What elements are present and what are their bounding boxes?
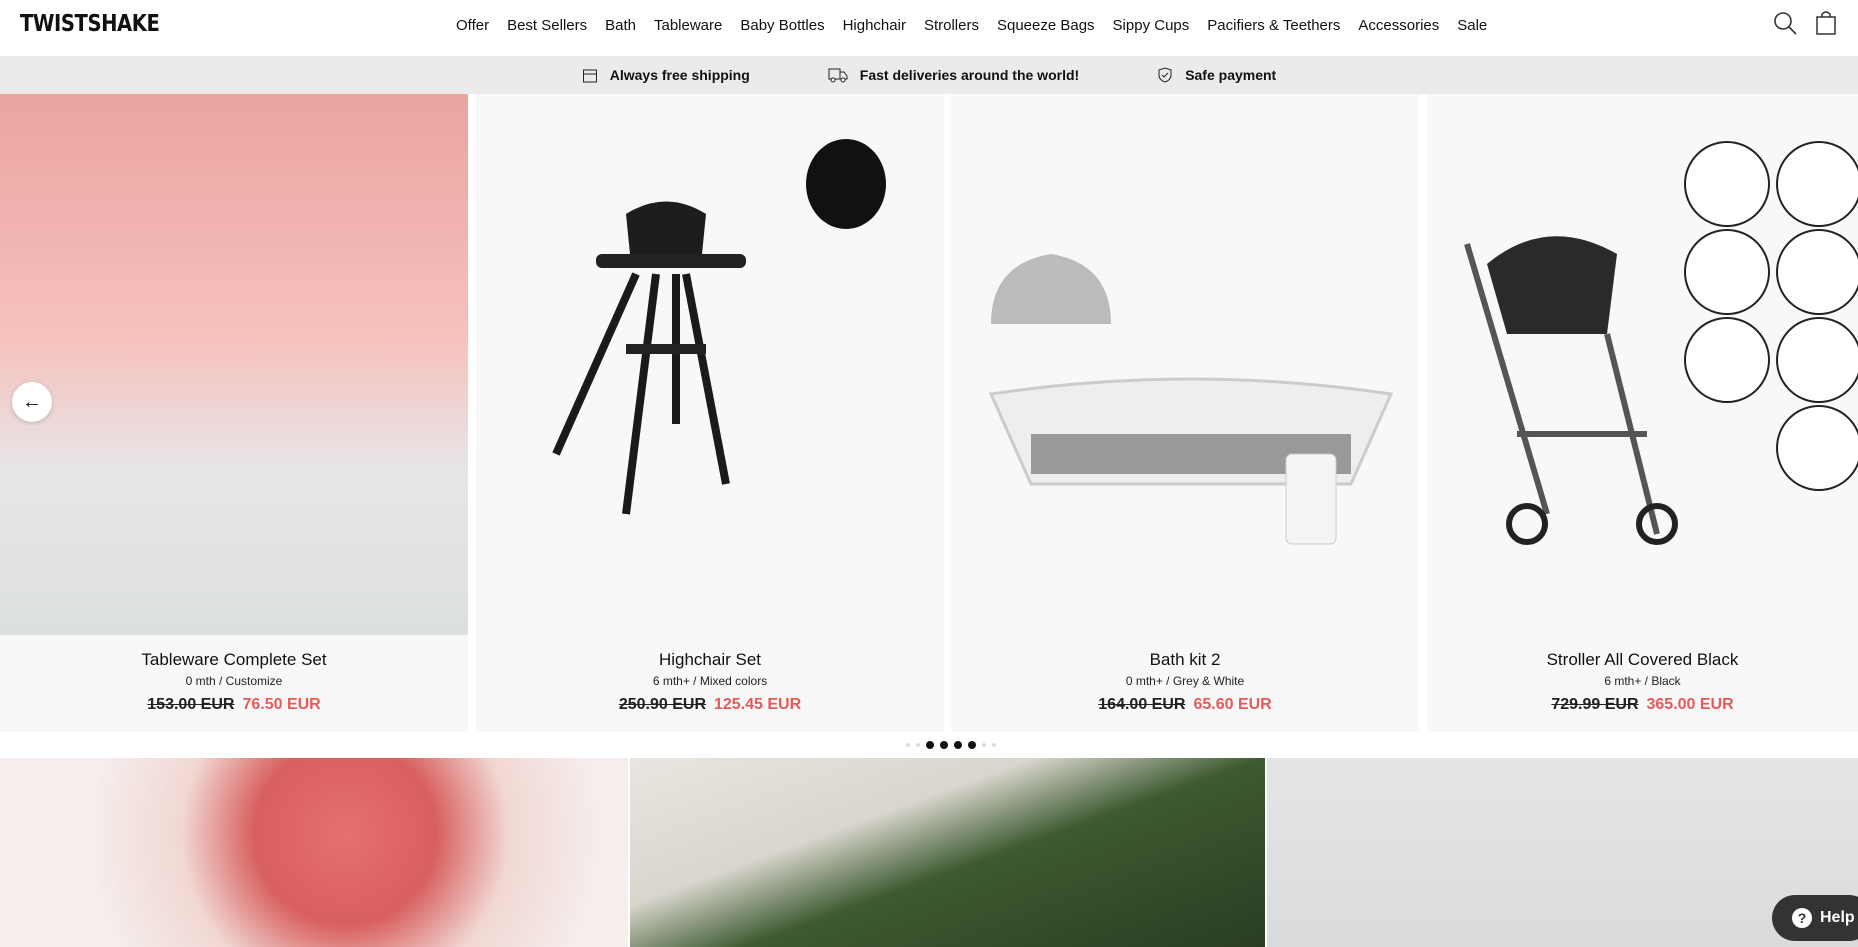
- product-title[interactable]: Tableware Complete Set: [0, 650, 468, 670]
- help-icon: ?: [1792, 908, 1812, 928]
- nav-squeeze-bags[interactable]: Squeeze Bags: [997, 17, 1095, 34]
- prev-arrow-button[interactable]: ←: [12, 382, 52, 422]
- product-title[interactable]: Highchair Set: [476, 650, 944, 670]
- product-subtitle: 6 mth+ / Black: [1604, 674, 1681, 688]
- product-image[interactable]: [476, 94, 944, 635]
- box-icon: [582, 69, 597, 83]
- product-image[interactable]: [0, 94, 468, 635]
- main-nav: Offer Best Sellers Bath Tableware Baby B…: [456, 17, 1487, 34]
- product-card[interactable]: Bath kit 2 0 mth+ / Grey & White 164.00 …: [951, 94, 1419, 732]
- fast-delivery-text: Fast deliveries around the world!: [859, 67, 1080, 83]
- product-image[interactable]: [1427, 94, 1858, 635]
- nav-bath[interactable]: Bath: [605, 17, 636, 34]
- sale-price: 76.50 EUR: [242, 696, 321, 713]
- nav-highchair[interactable]: Highchair: [843, 17, 906, 34]
- menu-icon[interactable]: ⋮: [1852, 18, 1858, 35]
- site-header: TWISTSHAKE Offer Best Sellers Bath Table…: [0, 0, 1858, 56]
- nav-sale[interactable]: Sale: [1457, 17, 1487, 34]
- promo-tile-sippy-cup[interactable]: [0, 758, 628, 947]
- sale-price: 125.45 EUR: [714, 696, 802, 713]
- nav-tableware[interactable]: Tableware: [654, 17, 722, 34]
- product-subtitle: 0 mth+ / Grey & White: [1125, 674, 1245, 688]
- old-price: 153.00 EUR: [147, 696, 235, 713]
- carousel-dot[interactable]: [982, 743, 986, 747]
- product-title[interactable]: Stroller All Covered Black: [1427, 650, 1858, 670]
- carousel-dot[interactable]: [968, 741, 976, 749]
- product-price: 164.00 EUR 65.60 EUR: [951, 696, 1419, 714]
- info-bar: Always free shipping Fast deliveries aro…: [0, 56, 1858, 94]
- promo-tile-baby[interactable]: [1267, 758, 1858, 947]
- nav-baby-bottles[interactable]: Baby Bottles: [740, 17, 824, 34]
- free-shipping-text: Always free shipping: [609, 67, 750, 83]
- product-subtitle: 0 mth / Customize: [185, 674, 283, 688]
- stroller-illustration: [1464, 141, 1858, 545]
- nav-accessories[interactable]: Accessories: [1358, 17, 1439, 34]
- sale-price: 365.00 EUR: [1646, 696, 1734, 713]
- nav-offer[interactable]: Offer: [456, 17, 489, 34]
- nav-sippy-cups[interactable]: Sippy Cups: [1113, 17, 1190, 34]
- product-image[interactable]: [951, 94, 1419, 635]
- nav-best-sellers[interactable]: Best Sellers: [507, 17, 587, 34]
- product-subtitle: 6 mth+ / Mixed colors: [652, 674, 768, 688]
- bag-icon[interactable]: [1815, 10, 1837, 36]
- old-price: 250.90 EUR: [618, 696, 706, 713]
- carousel-dot[interactable]: [906, 743, 910, 747]
- help-label: Help: [1820, 909, 1855, 926]
- bath-illustration: [988, 254, 1394, 545]
- product-price: 250.90 EUR 125.45 EUR: [476, 696, 944, 714]
- search-icon[interactable]: [1772, 10, 1798, 36]
- product-title[interactable]: Bath kit 2: [951, 650, 1419, 670]
- promo-tile-umbrella[interactable]: [630, 758, 1265, 947]
- carousel-dot[interactable]: [940, 741, 948, 749]
- old-price: 729.99 EUR: [1551, 696, 1639, 713]
- highchair-illustration: [552, 139, 886, 515]
- product-card[interactable]: Stroller All Covered Black 6 mth+ / Blac…: [1427, 94, 1858, 732]
- nav-strollers[interactable]: Strollers: [924, 17, 979, 34]
- product-price: 153.00 EUR 76.50 EUR: [0, 696, 468, 714]
- old-price: 164.00 EUR: [1098, 696, 1186, 713]
- carousel-dot[interactable]: [916, 743, 920, 747]
- carousel-dot[interactable]: [954, 741, 962, 749]
- carousel-dots: [906, 741, 996, 749]
- product-card[interactable]: ← Tableware Complete Set 0 mth / Customi…: [0, 94, 468, 732]
- product-card[interactable]: Highchair Set 6 mth+ / Mixed colors 250.…: [476, 94, 944, 732]
- carousel-dot[interactable]: [992, 743, 996, 747]
- logo[interactable]: TWISTSHAKE: [20, 11, 160, 37]
- help-button[interactable]: ? Help: [1772, 895, 1858, 941]
- sale-price: 65.60 EUR: [1193, 696, 1272, 713]
- carousel-dot[interactable]: [926, 741, 934, 749]
- safe-payment-text: Safe payment: [1185, 67, 1277, 83]
- shield-icon: [1158, 67, 1172, 83]
- nav-pacifiers[interactable]: Pacifiers & Teethers: [1207, 17, 1340, 34]
- truck-icon: [828, 68, 848, 83]
- product-price: 729.99 EUR 365.00 EUR: [1427, 696, 1858, 714]
